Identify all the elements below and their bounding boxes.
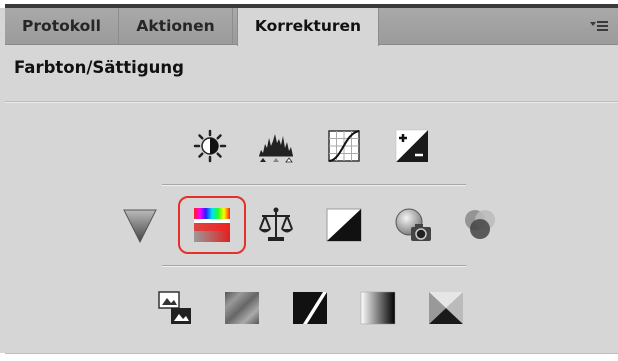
gradient-map-icon[interactable] xyxy=(358,288,398,328)
channel-mixer-icon[interactable] xyxy=(460,205,500,245)
levels-icon[interactable] xyxy=(256,126,296,166)
posterize-icon[interactable] xyxy=(222,288,262,328)
tab-aktionen[interactable]: Aktionen xyxy=(119,8,233,44)
window-top-edge xyxy=(0,0,618,8)
icon-row-divider xyxy=(162,265,466,267)
photo-filter-icon[interactable] xyxy=(394,205,434,245)
exposure-icon[interactable] xyxy=(392,126,432,166)
threshold-icon[interactable] xyxy=(290,288,330,328)
invert-icon[interactable] xyxy=(155,288,195,328)
curves-icon[interactable] xyxy=(324,126,364,166)
adjustments-panel: Protokoll Aktionen Korrekturen Farbton/S… xyxy=(0,0,618,361)
adjustment-title: Farbton/Sättigung xyxy=(14,58,184,77)
icon-row-divider xyxy=(162,184,466,186)
brightness-contrast-icon[interactable] xyxy=(190,126,230,166)
window-bottom-edge xyxy=(0,353,618,361)
tab-korrekturen[interactable]: Korrekturen xyxy=(237,8,379,46)
vibrance-icon[interactable] xyxy=(120,205,160,245)
selective-color-icon[interactable] xyxy=(426,288,466,328)
color-balance-icon[interactable] xyxy=(256,205,296,245)
tab-protokoll[interactable]: Protokoll xyxy=(5,8,119,44)
black-white-icon[interactable] xyxy=(324,205,364,245)
selected-adjustment-highlight xyxy=(178,196,246,254)
panel-tab-bar: Protokoll Aktionen Korrekturen xyxy=(5,8,618,46)
panel-menu-icon[interactable] xyxy=(590,18,612,34)
